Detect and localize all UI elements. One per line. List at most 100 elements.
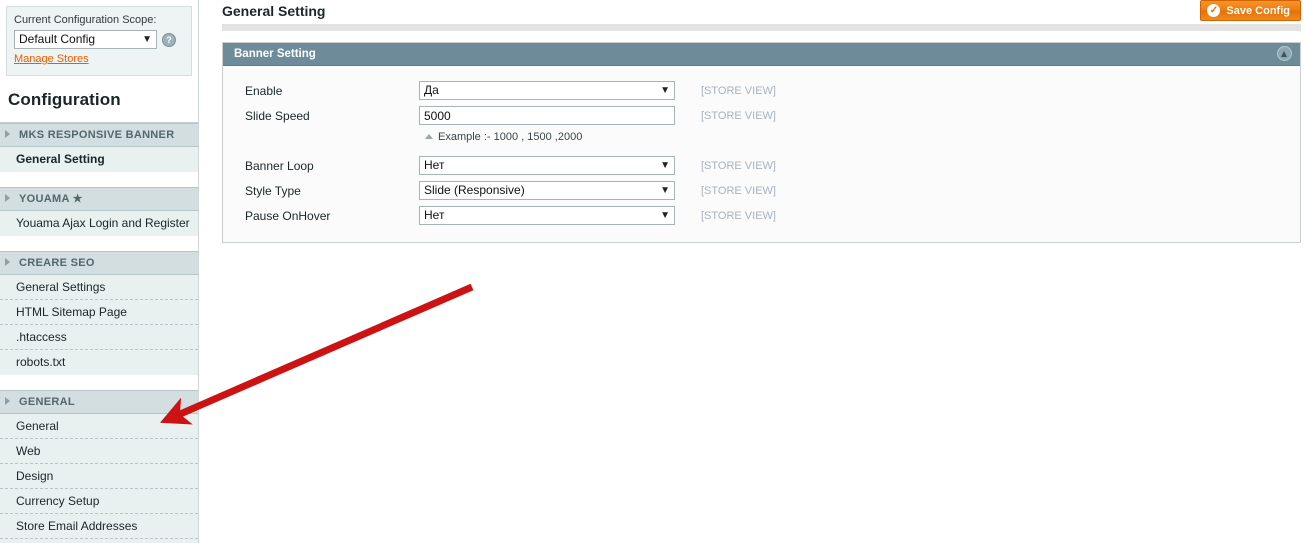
nav-section-label: MKS RESPONSIVE BANNER bbox=[19, 129, 175, 141]
field-label: Banner Loop bbox=[245, 158, 314, 173]
content-header: General Setting ✓ Save Config bbox=[200, 0, 1306, 31]
sidebar-item-label: General bbox=[16, 419, 59, 433]
page-title: General Setting bbox=[222, 3, 326, 19]
slide-speed-input[interactable] bbox=[419, 106, 675, 125]
field-control: Нет ▼ bbox=[419, 206, 677, 225]
sidebar: Current Configuration Scope: Default Con… bbox=[0, 0, 199, 543]
chevron-right-icon bbox=[5, 130, 10, 138]
form-row: Slide Speed [STORE VIEW] bbox=[223, 103, 1300, 128]
field-control: Slide (Responsive) ▼ bbox=[419, 181, 677, 200]
scope-label: Current Configuration Scope: bbox=[14, 14, 157, 26]
field-label: Enable bbox=[245, 83, 283, 98]
header-divider bbox=[222, 24, 1301, 31]
configuration-scope-box: Current Configuration Scope: Default Con… bbox=[6, 6, 192, 76]
nav-section-header[interactable]: GENERAL bbox=[0, 390, 198, 414]
banner-loop-select-value: Нет bbox=[424, 158, 445, 172]
chevron-down-icon: ▼ bbox=[660, 85, 670, 96]
chevron-down-icon: ▼ bbox=[660, 160, 670, 171]
scope-select[interactable]: Default Config ▼ bbox=[14, 30, 157, 49]
sidebar-item-label: Design bbox=[16, 469, 54, 483]
triangle-up-icon bbox=[425, 134, 433, 139]
nav-section-spacer bbox=[0, 236, 198, 251]
save-config-button[interactable]: ✓ Save Config bbox=[1200, 0, 1301, 21]
main-content: General Setting ✓ Save Config Banner Set… bbox=[200, 0, 1306, 543]
panel-title: Banner Setting bbox=[234, 48, 316, 60]
sidebar-item-web[interactable]: Web bbox=[0, 439, 198, 464]
chevron-down-icon: ▼ bbox=[660, 185, 670, 196]
form-row: Enable Да ▼ [STORE VIEW] bbox=[223, 78, 1300, 103]
nav-section-spacer bbox=[0, 172, 198, 187]
style-type-select[interactable]: Slide (Responsive) ▼ bbox=[419, 181, 675, 200]
page-title-configuration: Configuration bbox=[0, 76, 198, 123]
nav-section-header[interactable]: CREARE SEO bbox=[0, 251, 198, 275]
configuration-nav-tree: MKS RESPONSIVE BANNER General Setting YOUA… bbox=[0, 123, 198, 543]
form-row: Banner Loop Нет ▼ [STORE VIEW] bbox=[223, 153, 1300, 178]
field-hint-row: Example :- 1000 , 1500 ,2000 bbox=[223, 128, 1300, 145]
manage-stores-link[interactable]: Manage Stores bbox=[14, 53, 89, 65]
field-control: Да ▼ bbox=[419, 81, 677, 100]
sidebar-item-youama-ajax-login-and-register[interactable]: Youama Ajax Login and Register bbox=[0, 211, 198, 236]
pause-onhover-select[interactable]: Нет ▼ bbox=[419, 206, 675, 225]
nav-section-header[interactable]: MKS RESPONSIVE BANNER bbox=[0, 123, 198, 147]
banner-loop-select[interactable]: Нет ▼ bbox=[419, 156, 675, 175]
check-circle-icon: ✓ bbox=[1207, 4, 1221, 17]
style-type-select-value: Slide (Responsive) bbox=[424, 183, 525, 197]
row-gap bbox=[223, 145, 1300, 153]
banner-setting-panel: Banner Setting Enable Да ▼ [STORE VIEW] Slid… bbox=[222, 42, 1301, 243]
form-row: Pause OnHover Нет ▼ [STORE VIEW] bbox=[223, 203, 1300, 228]
scope-select-value: Default Config bbox=[19, 32, 96, 46]
sidebar-item-contacts[interactable]: Contacts bbox=[0, 539, 198, 543]
field-hint-text: Example :- 1000 , 1500 ,2000 bbox=[438, 130, 583, 143]
help-icon[interactable]: ? bbox=[162, 32, 176, 47]
field-label: Style Type bbox=[245, 183, 301, 198]
save-config-label: Save Config bbox=[1226, 4, 1290, 17]
chevron-right-icon bbox=[5, 194, 10, 202]
enable-select[interactable]: Да ▼ bbox=[419, 81, 675, 100]
banner-setting-panel-header[interactable]: Banner Setting bbox=[223, 43, 1300, 66]
form-row: Style Type Slide (Responsive) ▼ [STORE VIEW… bbox=[223, 178, 1300, 203]
sidebar-item-label: Currency Setup bbox=[16, 494, 100, 508]
field-control: Нет ▼ bbox=[419, 156, 677, 175]
sidebar-item-general-setting[interactable]: General Setting bbox=[0, 147, 198, 172]
chevron-down-icon: ▼ bbox=[142, 34, 152, 45]
sidebar-item-currency-setup[interactable]: Currency Setup bbox=[0, 489, 198, 514]
chevron-right-icon bbox=[5, 397, 10, 405]
field-label: Pause OnHover bbox=[245, 208, 331, 223]
chevron-right-icon bbox=[5, 258, 10, 266]
sidebar-item-label: robots.txt bbox=[16, 355, 66, 369]
nav-section-label: YOUAMA ★ bbox=[19, 193, 83, 205]
sidebar-item-general-settings[interactable]: General Settings bbox=[0, 275, 198, 300]
pause-onhover-select-value: Нет bbox=[424, 208, 445, 222]
sidebar-item-label: .htaccess bbox=[16, 330, 67, 344]
collapse-up-icon[interactable] bbox=[1277, 46, 1292, 61]
scope-tag: [STORE VIEW] bbox=[701, 159, 776, 172]
chevron-down-icon: ▼ bbox=[660, 210, 670, 221]
sidebar-item-store-email-addresses[interactable]: Store Email Addresses bbox=[0, 514, 198, 539]
scope-tag: [STORE VIEW] bbox=[701, 209, 776, 222]
scope-row: Default Config ▼ ? bbox=[14, 30, 184, 49]
sidebar-item-label: General Settings bbox=[16, 280, 106, 294]
field-hint: Example :- 1000 , 1500 ,2000 bbox=[419, 131, 582, 143]
field-control bbox=[419, 106, 677, 125]
sidebar-item-label: Youama Ajax Login and Register bbox=[16, 216, 190, 230]
sidebar-item-general[interactable]: General bbox=[0, 414, 198, 439]
sidebar-item-design[interactable]: Design bbox=[0, 464, 198, 489]
sidebar-item-label: Web bbox=[16, 444, 41, 458]
sidebar-item-robots-txt[interactable]: robots.txt bbox=[0, 350, 198, 375]
nav-section-header[interactable]: YOUAMA ★ bbox=[0, 187, 198, 211]
scope-tag: [STORE VIEW] bbox=[701, 184, 776, 197]
nav-section-label: GENERAL bbox=[19, 396, 75, 408]
scope-tag: [STORE VIEW] bbox=[701, 109, 776, 122]
banner-setting-fields: Enable Да ▼ [STORE VIEW] Slide Speed [STORE V… bbox=[223, 66, 1300, 242]
enable-select-value: Да bbox=[424, 83, 439, 97]
magento-admin-configuration-page: Current Configuration Scope: Default Con… bbox=[0, 0, 1306, 543]
sidebar-item-label: Store Email Addresses bbox=[16, 519, 138, 533]
scope-tag: [STORE VIEW] bbox=[701, 84, 776, 97]
nav-section-spacer bbox=[0, 375, 198, 390]
sidebar-item-html-sitemap-page[interactable]: HTML Sitemap Page bbox=[0, 300, 198, 325]
sidebar-item-htaccess[interactable]: .htaccess bbox=[0, 325, 198, 350]
field-label: Slide Speed bbox=[245, 108, 310, 123]
nav-section-label: CREARE SEO bbox=[19, 257, 95, 269]
sidebar-item-label: HTML Sitemap Page bbox=[16, 305, 127, 319]
sidebar-item-label: General Setting bbox=[16, 152, 105, 166]
